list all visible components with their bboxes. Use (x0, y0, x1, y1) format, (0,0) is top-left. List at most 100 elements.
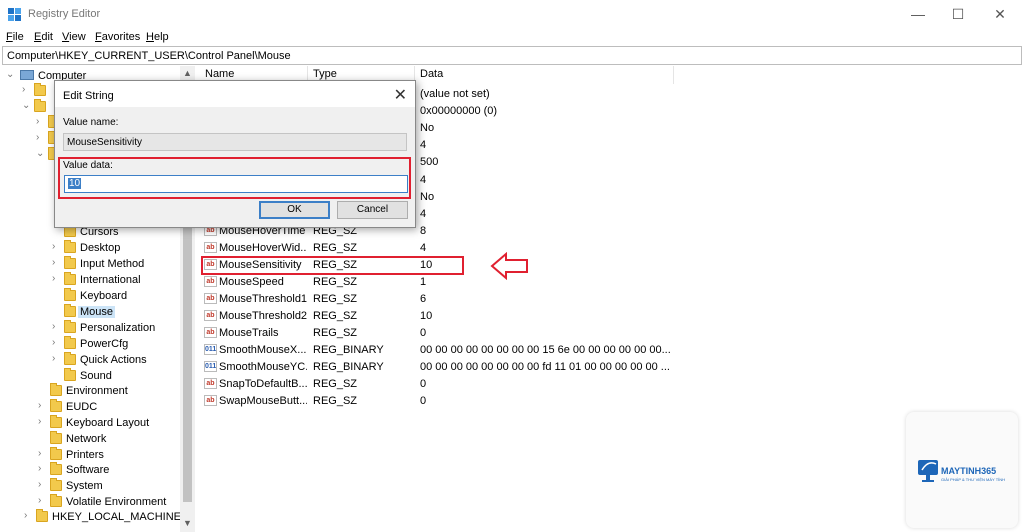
tree-item-environment[interactable]: Environment (38, 383, 178, 399)
value-name: MouseTrails (219, 327, 279, 339)
address-path: Computer\HKEY_CURRENT_USER\Control Panel… (7, 50, 291, 62)
tree-item-system[interactable]: › System (38, 478, 178, 494)
tree-item-partial[interactable]: › (36, 131, 60, 147)
menu-edit[interactable]: Edit (34, 31, 53, 43)
chevron-right-icon[interactable]: › (22, 84, 32, 95)
chevron-right-icon[interactable]: › (38, 448, 48, 459)
folder-open-icon (64, 304, 76, 317)
column-divider[interactable] (673, 66, 674, 84)
registry-editor-icon (8, 8, 22, 22)
value-data: No (420, 122, 435, 134)
folder-icon (50, 399, 62, 412)
dialog-close-button[interactable]: ✕ (394, 85, 407, 105)
value-row[interactable]: ab SwapMouseButt... REG_SZ 0 (199, 392, 719, 409)
tree-item-sound[interactable]: Sound (52, 368, 177, 384)
tree-item-mouse[interactable]: Mouse (52, 304, 177, 320)
string-icon: ab (204, 310, 217, 321)
value-data: 4 (420, 139, 427, 151)
chevron-right-icon[interactable]: › (38, 479, 48, 490)
chevron-right-icon[interactable]: › (52, 257, 62, 268)
cancel-button[interactable]: Cancel (337, 201, 408, 219)
tree-item-personalization[interactable]: › Personalization (52, 320, 177, 336)
value-row[interactable]: ab MouseSpeed REG_SZ 1 (199, 273, 719, 290)
value-data-selection: 10 (68, 178, 82, 189)
tree-item-eudc[interactable]: › EUDC (38, 399, 178, 415)
value-row[interactable]: ab SnapToDefaultB... REG_SZ 0 (199, 375, 719, 392)
column-data[interactable]: Data (420, 68, 443, 84)
value-row[interactable]: ab MouseHoverWid... REG_SZ 4 (199, 239, 719, 256)
tree-item-keyboard-layout[interactable]: › Keyboard Layout (38, 415, 178, 431)
scroll-down-icon[interactable]: ▼ (180, 516, 195, 530)
chevron-right-icon[interactable]: › (36, 132, 46, 143)
value-name: SnapToDefaultB... (219, 378, 307, 390)
logo-name: MAYTINH365 (941, 466, 997, 476)
logo-monitor-icon (918, 460, 938, 482)
value-type: REG_SZ (313, 276, 358, 288)
menu-view[interactable]: View (62, 31, 86, 43)
tree-item-printers[interactable]: › Printers (38, 447, 178, 463)
folder-icon (64, 336, 76, 349)
value-row[interactable]: ab MouseTrails REG_SZ 0 (199, 324, 719, 341)
tree-item-desktop[interactable]: › Desktop (52, 240, 177, 256)
tree-item-input-method[interactable]: › Input Method (52, 256, 177, 272)
value-row[interactable]: 011 SmoothMouseX... REG_BINARY 00 00 00 00 … (199, 341, 719, 358)
chevron-down-icon[interactable]: ⌄ (22, 100, 32, 111)
chevron-right-icon[interactable]: › (36, 116, 46, 127)
minimize-button[interactable]: — (908, 6, 928, 22)
value-type: REG_BINARY (313, 361, 384, 373)
value-name: MouseThreshold1 (219, 293, 307, 305)
chevron-right-icon[interactable]: › (24, 510, 34, 521)
chevron-right-icon[interactable]: › (38, 495, 48, 506)
value-row[interactable]: ab MouseThreshold1 REG_SZ 6 (199, 290, 719, 307)
value-row[interactable]: ab MouseThreshold2 REG_SZ 10 (199, 307, 719, 324)
chevron-right-icon[interactable]: › (52, 353, 62, 364)
maximize-button[interactable]: ☐ (948, 6, 968, 22)
scroll-up-icon[interactable]: ▲ (180, 66, 195, 80)
tree-item-partial[interactable]: ⌄ (36, 147, 60, 163)
tree-item-powercfg[interactable]: › PowerCfg (52, 336, 177, 352)
folder-icon (64, 256, 76, 269)
tree-item-software[interactable]: › Software (38, 462, 178, 478)
tree-item-international[interactable]: › International (52, 272, 177, 288)
tree-item-quick-actions[interactable]: › Quick Actions (52, 352, 177, 368)
close-button[interactable]: ✕ (990, 6, 1010, 22)
tree-item-volatile-environment[interactable]: › Volatile Environment (38, 494, 178, 510)
tree-item-hkey-local-machine[interactable]: › HKEY_LOCAL_MACHINE (24, 509, 181, 525)
string-icon: ab (204, 395, 217, 406)
address-bar[interactable]: Computer\HKEY_CURRENT_USER\Control Panel… (2, 46, 1022, 65)
tree-item-partial[interactable]: ⌄ (22, 99, 46, 115)
chevron-down-icon[interactable]: ⌄ (36, 148, 46, 159)
folder-icon (64, 368, 76, 381)
chevron-right-icon[interactable]: › (52, 241, 62, 252)
menu-file[interactable]: File (6, 31, 24, 43)
folder-icon (64, 320, 76, 333)
value-name: SwapMouseButt... (219, 395, 307, 407)
tree-item-network[interactable]: Network (38, 431, 178, 447)
value-data: (value not set) (420, 88, 490, 100)
value-list: ab MouseHoverTime REG_SZ 8 ab MouseHoverWid..… (199, 222, 719, 412)
value-row[interactable]: 011 SmoothMouseYC... REG_BINARY 00 00 00 00… (199, 358, 719, 375)
chevron-right-icon[interactable]: › (52, 321, 62, 332)
value-data: 4 (420, 174, 427, 186)
ok-button[interactable]: OK (259, 201, 330, 219)
folder-icon (50, 462, 62, 475)
chevron-right-icon[interactable]: › (38, 463, 48, 474)
chevron-right-icon[interactable]: › (38, 400, 48, 411)
value-name-field: MouseSensitivity (63, 133, 407, 151)
tree-item-partial[interactable]: › (36, 115, 60, 131)
tree-item-keyboard[interactable]: Keyboard (52, 288, 177, 304)
chevron-down-icon[interactable]: ⌄ (6, 69, 16, 80)
value-data-input[interactable]: 10 (64, 175, 408, 193)
value-data: 1 (420, 276, 427, 288)
chevron-right-icon[interactable]: › (52, 273, 62, 284)
value-type: REG_SZ (313, 242, 358, 254)
logo-tagline: GIẢI PHÁP & THƯ VIỆN MÁY TÍNH (941, 477, 1006, 482)
value-name: MouseThreshold2 (219, 310, 307, 322)
chevron-right-icon[interactable]: › (38, 416, 48, 427)
chevron-right-icon[interactable]: › (52, 337, 62, 348)
menu-help[interactable]: Help (146, 31, 169, 43)
tree-item-partial[interactable]: › (22, 83, 46, 99)
value-data: 10 (420, 310, 433, 322)
dialog-title: Edit String (63, 90, 114, 102)
menu-favorites[interactable]: Favorites (95, 31, 140, 43)
